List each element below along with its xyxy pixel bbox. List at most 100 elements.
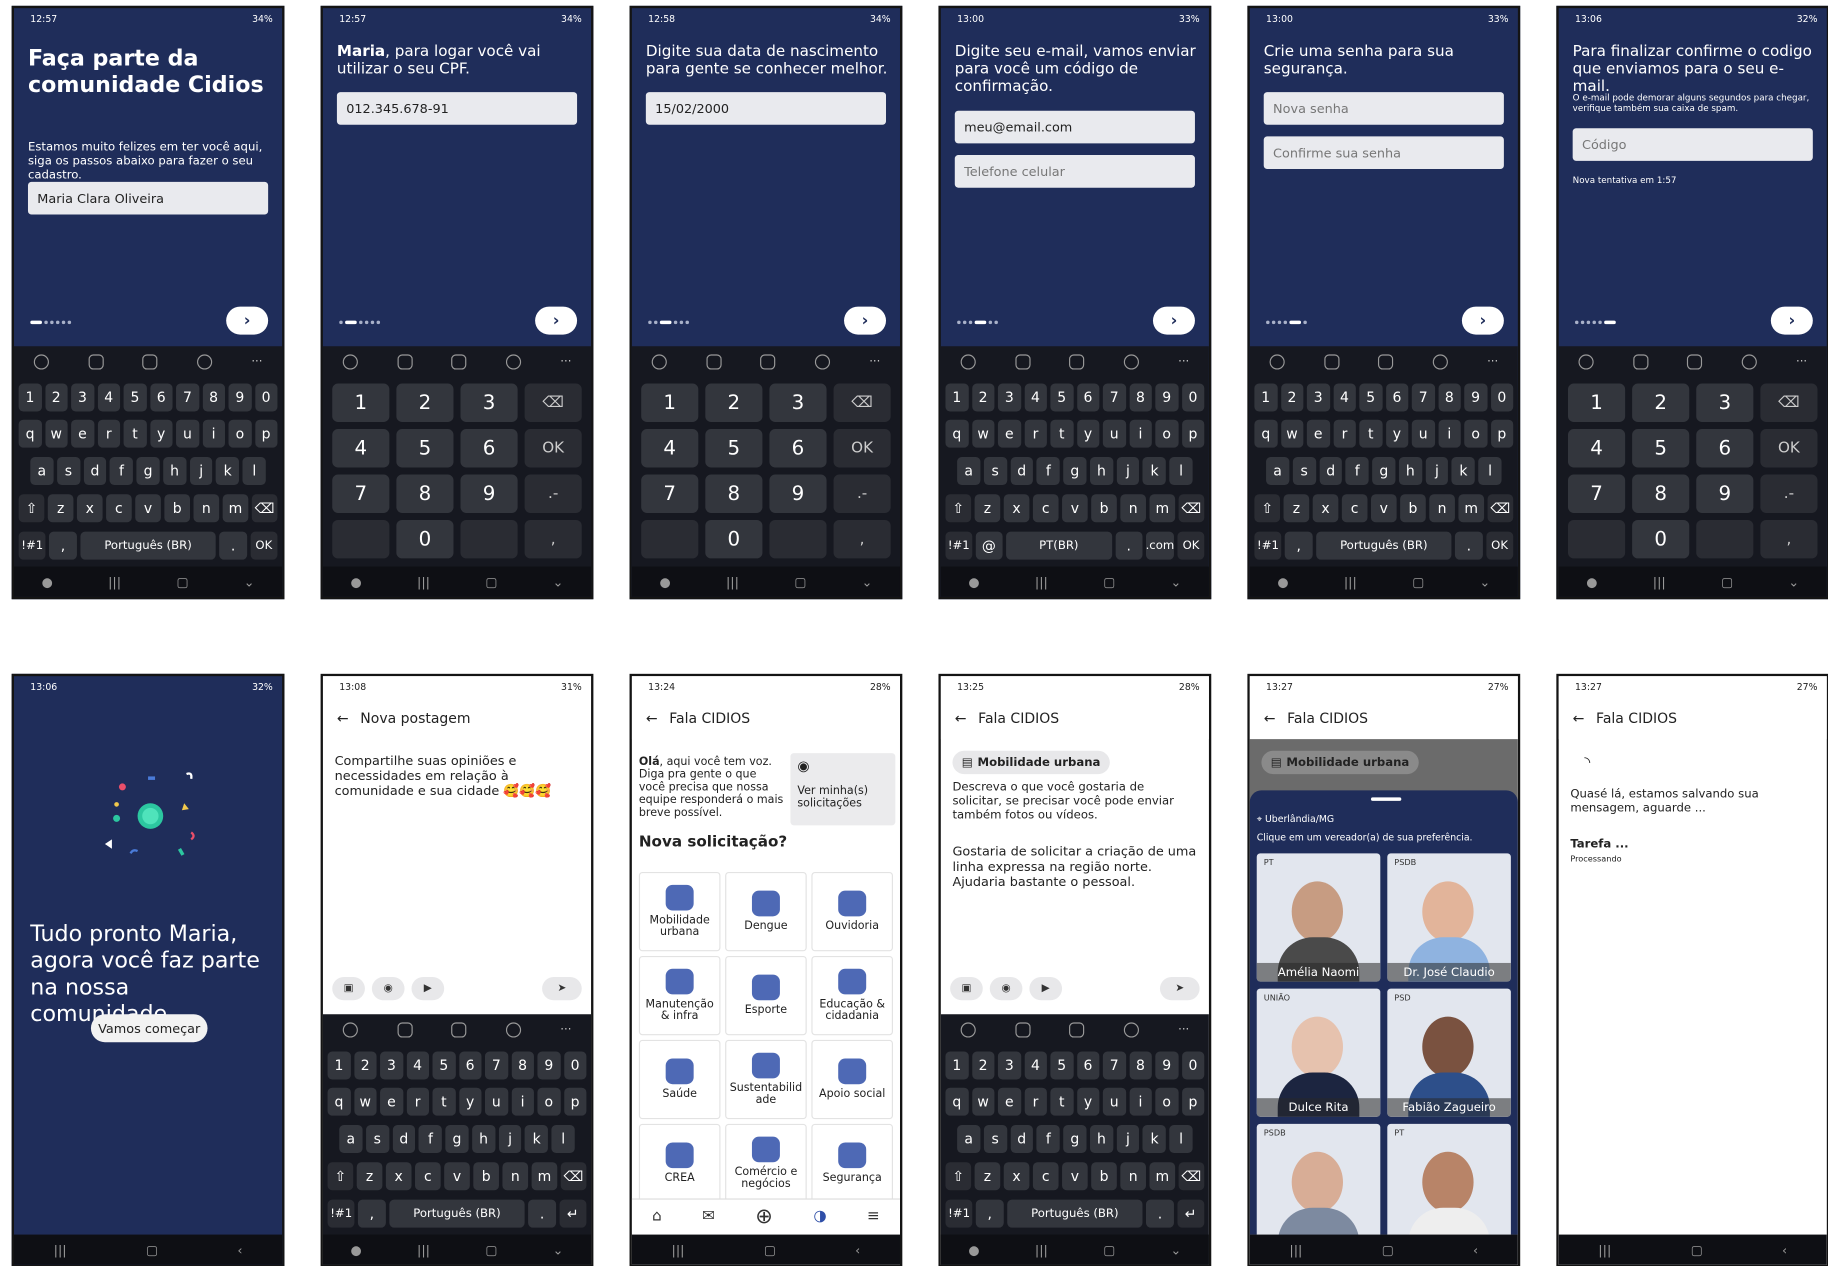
password-field[interactable]: Nova senha xyxy=(1263,92,1504,125)
more-icon[interactable]: ··· xyxy=(251,355,262,368)
key[interactable]: 5 xyxy=(1050,383,1074,412)
key[interactable]: 2 xyxy=(705,383,763,423)
key[interactable]: i xyxy=(1129,419,1152,448)
key[interactable]: z xyxy=(47,494,74,523)
key[interactable]: d xyxy=(1319,456,1343,485)
key[interactable]: d xyxy=(1010,456,1034,485)
key[interactable]: v xyxy=(135,494,161,523)
emoji-icon[interactable] xyxy=(960,353,976,369)
name-field[interactable]: Maria Clara Oliveira xyxy=(27,181,269,215)
emoji-icon[interactable] xyxy=(651,353,667,369)
key[interactable]: 4 xyxy=(332,429,390,468)
key[interactable]: x xyxy=(1003,494,1030,523)
category-tile[interactable]: Comércio e negócios xyxy=(725,1123,807,1204)
birthdate-field[interactable]: 15/02/2000 xyxy=(645,92,887,125)
view-requests-button[interactable]: ◉ Ver minha(s) solicitações xyxy=(790,753,896,826)
next-button[interactable]: › xyxy=(1152,306,1195,335)
key[interactable]: t xyxy=(1050,419,1074,448)
key[interactable]: 6 xyxy=(1076,1051,1100,1080)
key[interactable]: v xyxy=(1370,494,1397,523)
settings-icon[interactable] xyxy=(1123,1021,1139,1037)
shift-key[interactable]: ⇧ xyxy=(1254,494,1281,523)
comma-key[interactable]: , xyxy=(524,519,582,559)
request-textarea[interactable]: Gostaria de solicitar a criação de uma l… xyxy=(952,844,1197,889)
key[interactable]: p xyxy=(563,1087,587,1116)
key[interactable]: 9 xyxy=(537,1051,561,1080)
key[interactable]: h xyxy=(1089,456,1113,485)
key[interactable]: 0 xyxy=(1181,383,1205,412)
image-icon[interactable]: ▣ xyxy=(950,976,983,1001)
more-icon[interactable]: ··· xyxy=(869,355,880,368)
key[interactable]: 0 xyxy=(1632,519,1690,559)
key[interactable]: t xyxy=(1359,419,1383,448)
camera-icon[interactable]: ◉ xyxy=(371,976,405,1001)
key[interactable]: q xyxy=(945,419,969,448)
key[interactable]: 4 xyxy=(1024,1051,1047,1080)
back-arrow-icon[interactable]: ← xyxy=(337,710,349,726)
video-icon[interactable]: ▶ xyxy=(411,976,445,1001)
key[interactable]: r xyxy=(1024,1087,1047,1116)
ok-key[interactable]: OK xyxy=(524,429,582,468)
backspace-key[interactable]: ⌫ xyxy=(833,383,891,423)
punct-key[interactable]: .- xyxy=(524,474,582,513)
category-tile[interactable]: Saúde xyxy=(638,1039,721,1120)
back-arrow-icon[interactable]: ← xyxy=(1573,710,1585,726)
key[interactable]: f xyxy=(418,1124,442,1153)
clipboard-icon[interactable] xyxy=(1378,353,1394,369)
home-icon[interactable]: ▢ xyxy=(485,1242,497,1257)
key[interactable]: 5 xyxy=(123,383,147,412)
settings-icon[interactable] xyxy=(505,1021,522,1037)
key[interactable]: 6 xyxy=(769,429,827,468)
period-key[interactable]: . xyxy=(528,1199,556,1228)
key[interactable]: z xyxy=(974,494,1001,523)
recents-icon[interactable]: ||| xyxy=(108,574,121,589)
mic-icon[interactable]: ● xyxy=(1277,574,1288,589)
space-key[interactable]: Português (BR) xyxy=(80,531,217,560)
key[interactable]: 1 xyxy=(18,383,42,412)
clipboard-icon[interactable] xyxy=(1069,353,1085,369)
recents-icon[interactable]: ||| xyxy=(726,574,739,589)
key[interactable]: g xyxy=(136,456,160,485)
key[interactable]: a xyxy=(30,456,54,485)
settings-icon[interactable] xyxy=(1123,353,1139,369)
councilor-card[interactable]: UNIÃO Dulce Rita xyxy=(1256,988,1381,1117)
emoji-icon[interactable] xyxy=(33,353,49,369)
key[interactable]: e xyxy=(380,1087,403,1116)
hide-keyboard-icon[interactable]: ⌄ xyxy=(244,574,255,589)
key[interactable]: k xyxy=(525,1124,549,1153)
comma-key[interactable]: , xyxy=(49,531,77,560)
key[interactable]: 2 xyxy=(971,1051,995,1080)
key[interactable]: z xyxy=(356,1162,383,1191)
key[interactable]: i xyxy=(511,1087,534,1116)
key[interactable]: 7 xyxy=(1102,383,1126,412)
key[interactable]: g xyxy=(1063,456,1087,485)
key[interactable]: w xyxy=(971,1087,995,1116)
clipboard-icon[interactable] xyxy=(1069,1021,1085,1037)
key[interactable]: s xyxy=(983,456,1007,485)
clipboard-icon[interactable] xyxy=(142,353,158,369)
symbols-key[interactable]: !#1 xyxy=(945,531,973,560)
key[interactable]: 9 xyxy=(1155,383,1179,412)
key[interactable]: p xyxy=(1490,419,1514,448)
shift-key[interactable]: ⇧ xyxy=(945,494,972,523)
emoji-icon[interactable] xyxy=(1578,353,1594,369)
sticker-icon[interactable] xyxy=(1323,353,1339,369)
space-key[interactable]: Português (BR) xyxy=(1315,531,1452,560)
key[interactable]: 8 xyxy=(705,474,763,513)
back-icon[interactable]: ‹ xyxy=(1473,1242,1478,1257)
key[interactable]: 3 xyxy=(997,1051,1021,1080)
key[interactable]: f xyxy=(1036,1124,1060,1153)
punct-key[interactable]: .- xyxy=(833,474,891,513)
recents-icon[interactable]: ||| xyxy=(1344,574,1357,589)
key[interactable]: g xyxy=(445,1124,469,1153)
key[interactable]: s xyxy=(365,1124,389,1153)
dotcom-key[interactable]: .com xyxy=(1145,531,1175,560)
key[interactable]: j xyxy=(189,456,213,485)
comma-key[interactable]: , xyxy=(358,1199,386,1228)
next-button[interactable]: › xyxy=(535,306,578,335)
mic-icon[interactable]: ● xyxy=(351,574,362,589)
key[interactable]: 3 xyxy=(1696,383,1754,423)
sticker-icon[interactable] xyxy=(1632,353,1648,369)
key[interactable]: x xyxy=(385,1162,412,1191)
key[interactable]: 8 xyxy=(511,1051,534,1080)
